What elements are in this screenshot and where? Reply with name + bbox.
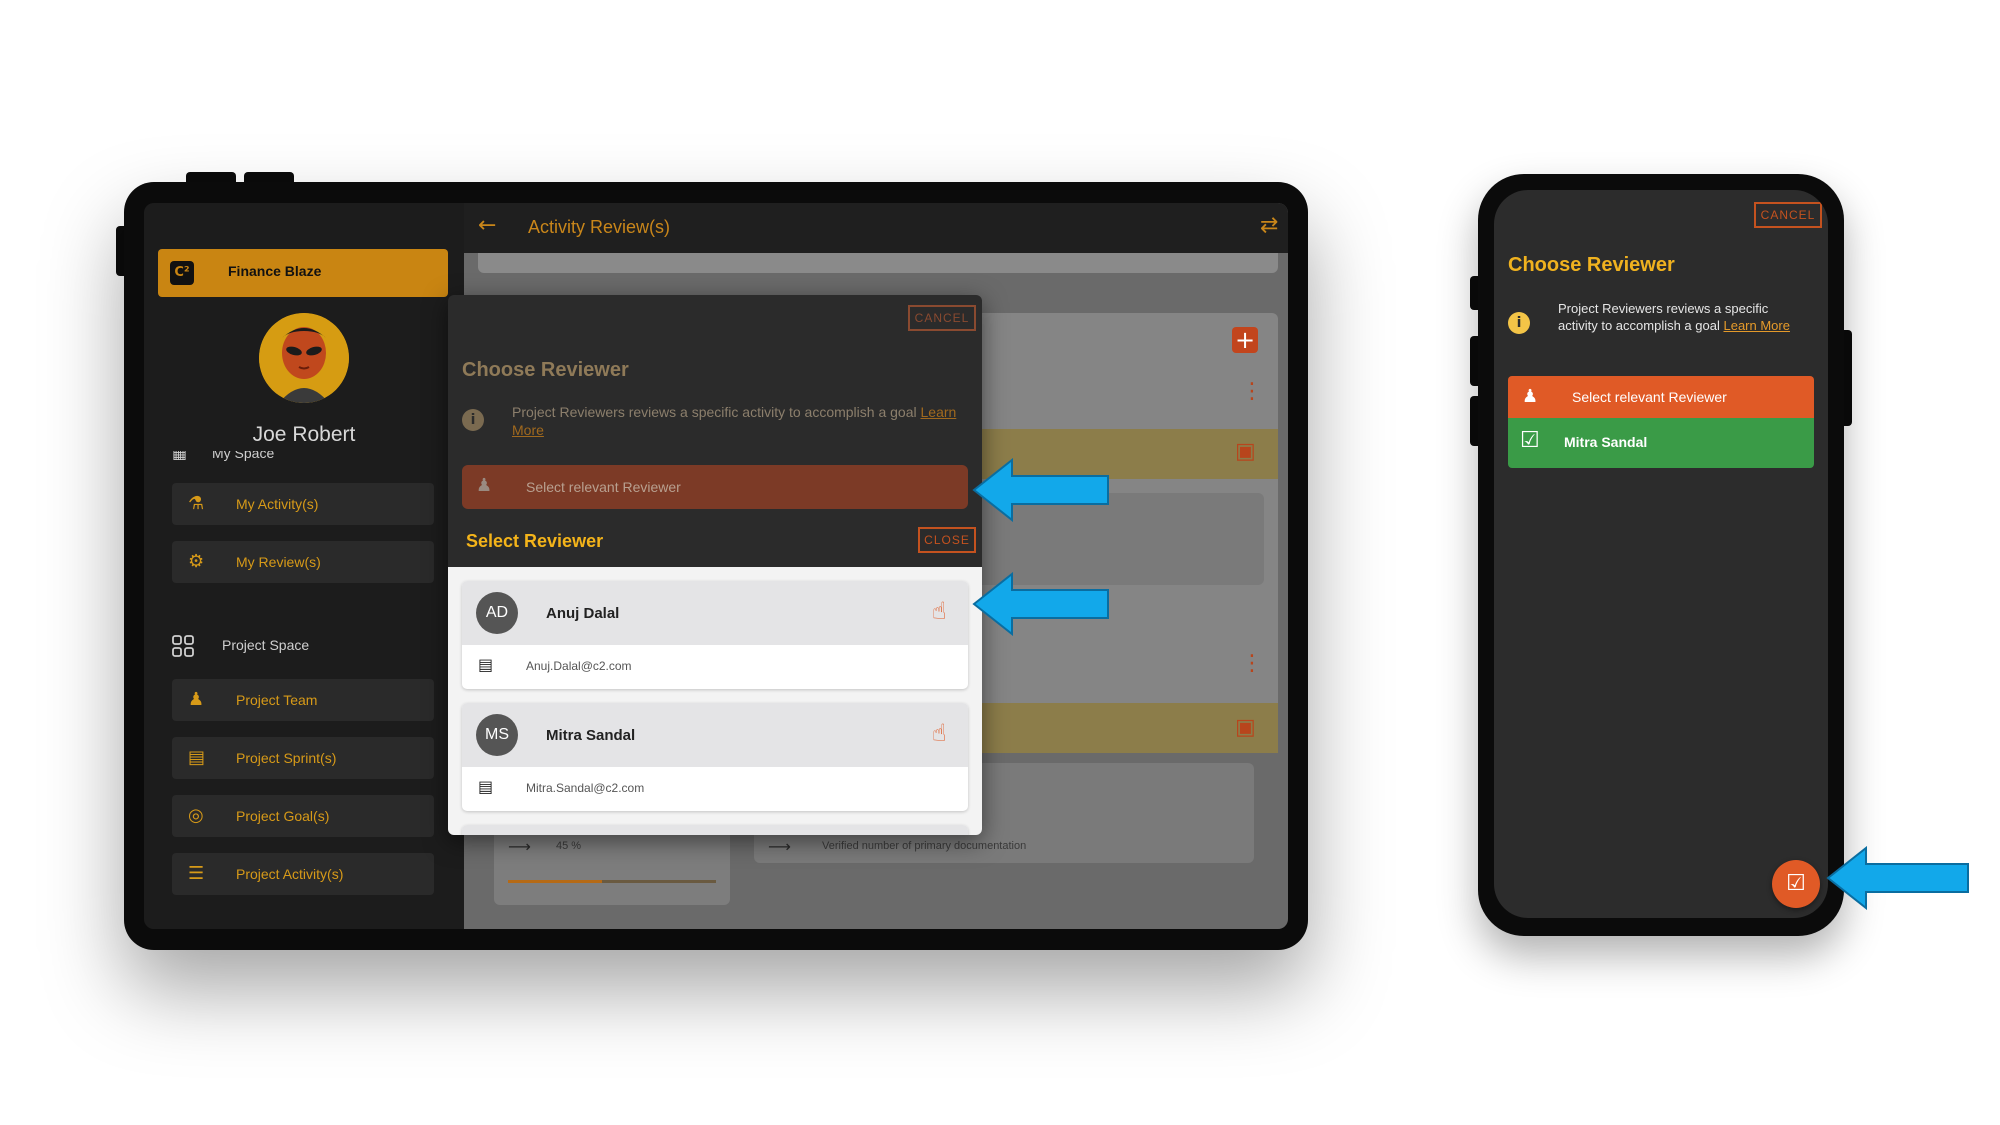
arrow-right-icon: ⟶ — [768, 837, 791, 856]
info-icon: i — [462, 409, 484, 431]
info-icon: i — [1508, 312, 1530, 334]
sidebar-item-project-sprints[interactable]: ▤ Project Sprint(s) — [172, 737, 434, 779]
swap-icon[interactable]: ⇄ — [1260, 213, 1278, 238]
reviewer-name: Mitra Sandal — [546, 727, 636, 744]
sidebar-item-label: My Review(s) — [236, 554, 321, 570]
select-reviewer-title: Select Reviewer — [466, 531, 604, 551]
callout-arrow-select — [972, 458, 1109, 522]
confirm-fab-button[interactable]: ☑ — [1772, 860, 1820, 908]
page-title: Activity Review(s) — [528, 217, 671, 237]
sidebar-item-label: Project Team — [236, 692, 318, 708]
callout-arrow-fab — [1826, 846, 1969, 910]
choose-reviewer-modal: CANCEL Choose Reviewer i Project Reviewe… — [448, 295, 982, 835]
bg-progress-card — [494, 823, 730, 905]
info-text: Project Reviewers reviews a specific act… — [512, 403, 972, 439]
arrow-right-icon: ⟶ — [508, 837, 531, 856]
reviewer-card-header — [462, 581, 968, 645]
bg-doc-text: Verified number of primary documentation — [822, 840, 1027, 852]
sidebar-item-project-team[interactable]: ♟ Project Team — [172, 679, 434, 721]
modal-title: Choose Reviewer — [462, 359, 629, 381]
more-icon[interactable]: ⋮ — [1241, 379, 1263, 404]
avatar[interactable] — [259, 313, 349, 403]
reviewer-card-header — [462, 825, 968, 835]
phone-cancel-button[interactable]: CANCEL — [1754, 202, 1822, 228]
sidebar-item-project-goals[interactable]: ◎ Project Goal(s) — [172, 795, 434, 837]
grid-icon: ▦ — [172, 451, 188, 462]
sidebar-item-label: My Activity(s) — [236, 496, 319, 512]
bg-progress-text: 45 % — [556, 840, 582, 852]
select-reviewer-field[interactable]: ♟ Select relevant Reviewer — [462, 465, 968, 509]
reviewer-card-partial[interactable] — [462, 825, 968, 835]
sidebar-item-label: Project Goal(s) — [236, 808, 330, 824]
callout-arrow-reviewer — [972, 572, 1109, 636]
my-space-label: My Space — [212, 451, 275, 461]
user-name: Joe Robert — [252, 423, 356, 446]
sidebar-item-label: Project Sprint(s) — [236, 750, 337, 766]
cancel-button[interactable]: CANCEL — [908, 305, 976, 331]
reviewer-card-anuj[interactable]: AD Anuj Dalal ☝ ▤ Anuj.Dalal@c2.com — [462, 581, 968, 689]
user-review-icon: ⚙ — [188, 551, 205, 572]
user-add-icon: ♟ — [476, 475, 493, 496]
select-placeholder: Select relevant Reviewer — [526, 479, 681, 495]
document-icon: ▤ — [478, 655, 494, 674]
activity-list-icon: ☰ — [188, 863, 205, 884]
bg-progress-fill — [508, 880, 602, 883]
reviewer-name: Anuj Dalal — [546, 605, 620, 622]
more-icon[interactable]: ⋮ — [1241, 651, 1263, 676]
check-square-icon: ☑ — [1786, 871, 1806, 896]
phone-screen: CANCEL Choose Reviewer i Project Reviewe… — [1494, 190, 1828, 918]
team-icon: ♟ — [188, 689, 205, 710]
phone-title: Choose Reviewer — [1508, 254, 1675, 276]
phone-select-reviewer-field[interactable]: ♟ Select relevant Reviewer — [1508, 376, 1814, 418]
project-space-header: Project Space — [172, 633, 412, 657]
reviewer-avatar: AD — [476, 592, 518, 634]
brand-bar[interactable]: C² Finance Blaze — [158, 249, 448, 297]
reviewer-email: Anuj.Dalal@c2.com — [526, 659, 632, 673]
lock-icon: ▣ — [1235, 439, 1256, 464]
brand-name: Finance Blaze — [228, 263, 322, 279]
user-add-icon: ♟ — [1522, 386, 1539, 407]
arrow-left-icon[interactable]: ← — [478, 213, 496, 238]
sidebar-item-my-review[interactable]: ⚙ My Review(s) — [172, 541, 434, 583]
checkbox-icon: ☑ — [1520, 428, 1540, 453]
calendar-icon: ▤ — [188, 747, 206, 768]
phone-info-text: Project Reviewers reviews a specific act… — [1558, 300, 1808, 334]
reviewer-email: Mitra.Sandal@c2.com — [526, 781, 645, 795]
close-button[interactable]: CLOSE — [918, 527, 976, 553]
grid-icon — [172, 635, 194, 657]
reviewer-card-header — [462, 703, 968, 767]
add-icon[interactable]: + — [1232, 327, 1258, 353]
my-space-header: ▦ My Space — [172, 451, 372, 465]
reviewer-list: AD Anuj Dalal ☝ ▤ Anuj.Dalal@c2.com MS M… — [448, 567, 982, 835]
sidebar: C² Finance Blaze Joe Robert ▦ My Space ⚗… — [144, 203, 464, 929]
target-icon: ◎ — [188, 805, 204, 826]
user-activity-icon: ⚗ — [188, 493, 205, 514]
info-text-body: Project Reviewers reviews a specific act… — [512, 404, 917, 420]
reviewer-avatar: MS — [476, 714, 518, 756]
sidebar-item-my-activity[interactable]: ⚗ My Activity(s) — [172, 483, 434, 525]
phone-selected-reviewer[interactable]: ☑ Mitra Sandal — [1508, 418, 1814, 468]
phone-learn-more-link[interactable]: Learn More — [1723, 318, 1789, 333]
bg-progress-track — [508, 880, 716, 883]
phone-selected-name: Mitra Sandal — [1564, 434, 1648, 450]
project-space-label: Project Space — [222, 637, 310, 653]
topbar: ← Activity Review(s) ⇄ — [464, 203, 1288, 253]
document-icon: ▤ — [478, 777, 494, 796]
phone-select-label: Select relevant Reviewer — [1572, 389, 1727, 405]
tap-icon[interactable]: ☝ — [932, 719, 947, 747]
reviewer-card-mitra[interactable]: MS Mitra Sandal ☝ ▤ Mitra.Sandal@c2.com — [462, 703, 968, 811]
sidebar-item-project-activities[interactable]: ☰ Project Activity(s) — [172, 853, 434, 895]
lock-icon: ▣ — [1235, 715, 1256, 740]
tap-icon[interactable]: ☝ — [932, 597, 947, 625]
brand-logo: C² — [170, 261, 194, 285]
sidebar-item-label: Project Activity(s) — [236, 866, 344, 882]
